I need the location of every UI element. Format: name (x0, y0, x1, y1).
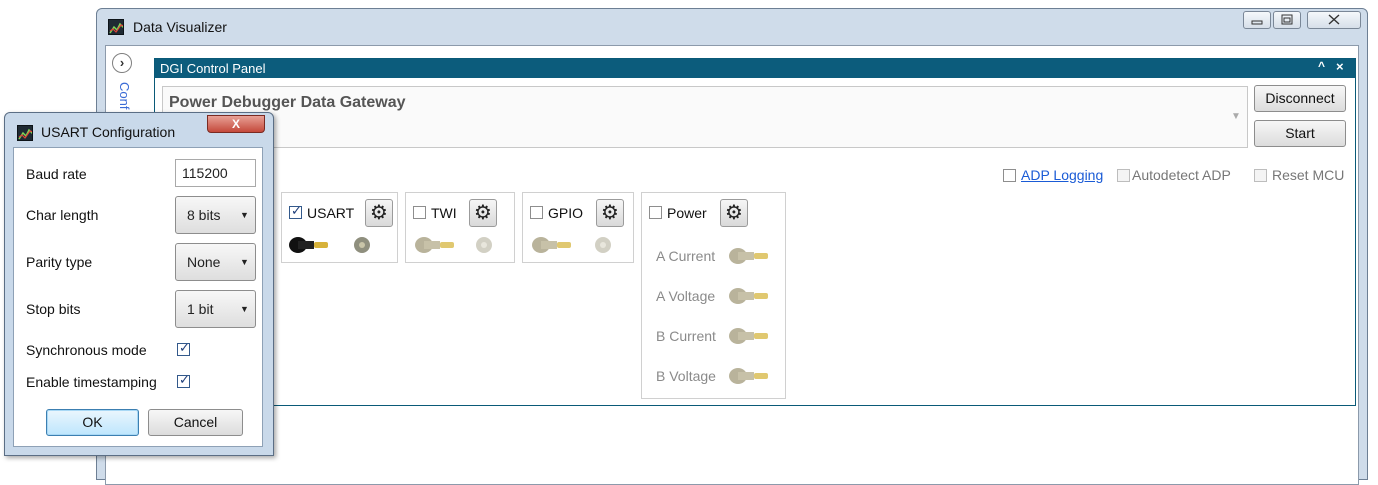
close-panel-icon[interactable]: × (1336, 59, 1344, 74)
power-interface-box: Power ⚙ A Current A Voltage B Current B … (641, 192, 786, 399)
usart-status-led-icon (354, 237, 370, 253)
dgi-panel-title: DGI Control Panel (160, 61, 266, 76)
usart-interface-box: USART ⚙ (281, 192, 398, 263)
device-name: Power Debugger Data Gateway (169, 94, 406, 111)
usart-interface-label: USART (307, 205, 355, 221)
dgi-panel-header: DGI Control Panel ^ × (155, 59, 1355, 78)
adp-logging-link[interactable]: ADP Logging (1021, 167, 1103, 183)
dialog-title: USART Configuration (41, 124, 176, 140)
twi-enable-checkbox[interactable] (413, 206, 426, 219)
stop-bits-dropdown[interactable]: 1 bit ▼ (175, 290, 256, 328)
power-settings-button[interactable]: ⚙ (720, 199, 748, 227)
gpio-status-led-icon (595, 237, 611, 253)
dgi-control-panel: DGI Control Panel ^ × Power Debugger Dat… (154, 58, 1356, 406)
char-length-label: Char length (26, 207, 99, 223)
b-current-plug-icon[interactable] (726, 326, 774, 346)
stop-bits-label: Stop bits (26, 301, 81, 317)
ok-button[interactable]: OK (46, 409, 139, 436)
configuration-pane-label[interactable]: Conf (117, 82, 132, 109)
gpio-interface-label: GPIO (548, 205, 584, 221)
twi-plug-icon[interactable] (412, 235, 460, 255)
twi-status-led-icon (476, 237, 492, 253)
chevron-right-icon: › (119, 55, 125, 70)
char-length-dropdown[interactable]: 8 bits ▼ (175, 196, 256, 234)
dropdown-caret-icon: ▼ (240, 210, 249, 220)
adp-logging-checkbox[interactable] (1003, 169, 1016, 182)
start-button[interactable]: Start (1254, 120, 1346, 147)
synchronous-mode-checkbox[interactable] (177, 341, 190, 356)
power-channel-label: B Current (656, 328, 716, 344)
gpio-settings-button[interactable]: ⚙ (596, 199, 624, 227)
gear-icon: ⚙ (474, 200, 492, 224)
minimize-icon (1251, 20, 1263, 25)
usart-settings-button[interactable]: ⚙ (365, 199, 393, 227)
dialog-close-button[interactable]: X (207, 115, 265, 133)
autodetect-adp-checkbox[interactable] (1117, 169, 1130, 182)
power-enable-checkbox[interactable] (649, 206, 662, 219)
usart-configuration-dialog: USART Configuration X Baud rate 115200 C… (4, 112, 274, 456)
parity-type-value: None (187, 254, 221, 270)
power-interface-label: Power (667, 205, 707, 221)
power-channel-label: B Voltage (656, 368, 716, 384)
gear-icon: ⚙ (601, 200, 619, 224)
minimize-button[interactable] (1243, 11, 1271, 29)
a-current-plug-icon[interactable] (726, 246, 774, 266)
cancel-button[interactable]: Cancel (148, 409, 243, 436)
device-selector[interactable]: Power Debugger Data Gateway ▼ (162, 86, 1248, 148)
app-logo-icon (17, 125, 33, 141)
dropdown-caret-icon: ▼ (1231, 111, 1241, 122)
dialog-body: Baud rate 115200 Char length 8 bits ▼ Pa… (13, 147, 263, 447)
reset-mcu-checkbox[interactable] (1254, 169, 1267, 182)
power-channel-label: A Voltage (656, 288, 716, 304)
maximize-button[interactable] (1273, 11, 1301, 29)
baud-rate-label: Baud rate (26, 166, 87, 182)
enable-timestamping-label: Enable timestamping (26, 374, 157, 390)
power-channel-label: A Current (656, 248, 716, 264)
close-icon: X (231, 117, 240, 131)
main-window: Data Visualizer › Conf DGI Control Panel… (96, 8, 1368, 485)
main-client-area: › Conf DGI Control Panel ^ × Power Debug… (105, 45, 1359, 485)
dropdown-caret-icon: ▼ (240, 304, 249, 314)
parity-type-label: Parity type (26, 254, 93, 270)
close-icon (1328, 14, 1340, 25)
synchronous-mode-label: Synchronous mode (26, 342, 147, 358)
disconnect-button[interactable]: Disconnect (1254, 85, 1346, 112)
gpio-interface-box: GPIO ⚙ (522, 192, 634, 263)
twi-settings-button[interactable]: ⚙ (469, 199, 497, 227)
maximize-icon (1281, 14, 1293, 25)
expand-pane-button[interactable]: › (112, 53, 132, 73)
collapse-panel-icon[interactable]: ^ (1318, 59, 1325, 73)
autodetect-adp-label: Autodetect ADP (1132, 167, 1231, 183)
app-logo-icon (108, 19, 124, 35)
gear-icon: ⚙ (370, 200, 388, 224)
char-length-value: 8 bits (187, 207, 221, 223)
dropdown-caret-icon: ▼ (240, 257, 249, 267)
gpio-plug-icon[interactable] (529, 235, 577, 255)
twi-interface-box: TWI ⚙ (405, 192, 515, 263)
gpio-enable-checkbox[interactable] (530, 206, 543, 219)
enable-timestamping-checkbox[interactable] (177, 373, 190, 388)
b-voltage-plug-icon[interactable] (726, 366, 774, 386)
twi-interface-label: TWI (431, 205, 457, 221)
baud-rate-input[interactable]: 115200 (175, 159, 256, 187)
close-button[interactable] (1307, 11, 1361, 29)
a-voltage-plug-icon[interactable] (726, 286, 774, 306)
window-title: Data Visualizer (133, 19, 227, 35)
reset-mcu-label: Reset MCU (1272, 167, 1345, 183)
gear-icon: ⚙ (725, 200, 743, 224)
stop-bits-value: 1 bit (187, 301, 214, 317)
main-titlebar[interactable]: Data Visualizer (97, 9, 1367, 45)
usart-enable-checkbox[interactable] (289, 204, 302, 219)
usart-plug-icon[interactable] (286, 235, 334, 255)
parity-type-dropdown[interactable]: None ▼ (175, 243, 256, 281)
